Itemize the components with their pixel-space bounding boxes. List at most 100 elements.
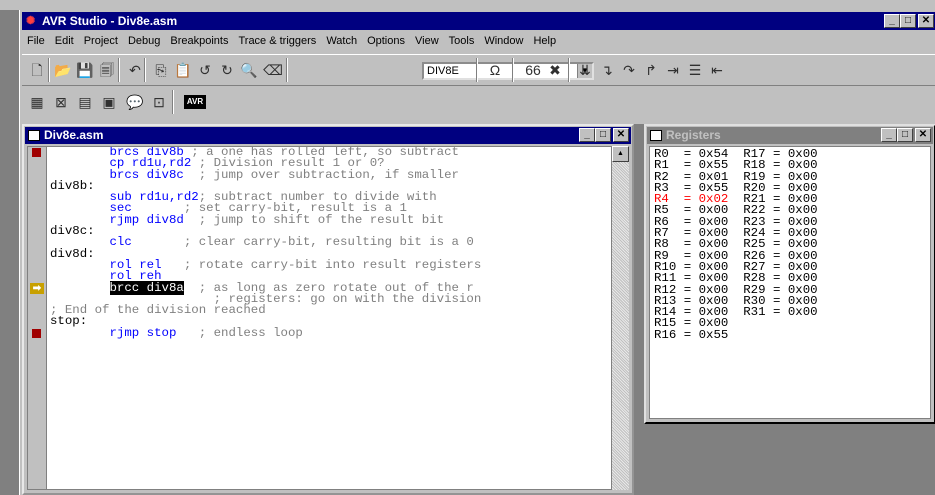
breakpoint-marker-icon[interactable]	[32, 148, 41, 157]
omega-icon[interactable]: Ω	[484, 59, 506, 81]
register-row[interactable]: R16 = 0x55	[654, 327, 818, 342]
paste-icon[interactable]: 📋	[172, 59, 194, 81]
step-out-icon[interactable]: ↱	[640, 59, 662, 81]
main-toolbar: DIV8E ▼ 🗋 📂 💾 🗐 ↶ ⎘ 📋 ↺ ↻ 🔍 ⌫ Ω 66 ✖ ⇊ ↴ ↷ ↱ ⇥ ☰ ⇤	[22, 54, 935, 86]
registers-window-icon	[650, 130, 662, 141]
toolbar-separator	[286, 58, 288, 82]
watch-icon[interactable]: 66	[522, 59, 544, 81]
register-value-left: R16 = 0x55	[654, 327, 729, 342]
code-line[interactable]: brcs div8c ; jump over subtraction, if s…	[50, 167, 611, 182]
editor-vertical-scrollbar[interactable]: ▲	[612, 146, 629, 490]
scroll-up-icon[interactable]: ▲	[612, 146, 629, 162]
toolbar-separator	[476, 58, 478, 82]
menu-breakpoints[interactable]: Breakpoints	[165, 35, 233, 47]
code-comment: ; jump to shift of the result bit	[183, 212, 445, 227]
menu-watch[interactable]: Watch	[321, 35, 362, 47]
maximize-button[interactable]: □	[900, 14, 916, 28]
find-icon[interactable]: 🔍	[238, 59, 260, 81]
memory-window-icon[interactable]: ▦	[26, 91, 48, 113]
menu-tools[interactable]: Tools	[444, 35, 480, 47]
breakpoint-gutter[interactable]: ➡	[28, 147, 47, 489]
code-line[interactable]: rjmp stop ; endless loop	[50, 325, 611, 340]
save-all-icon[interactable]: 🗐	[96, 59, 118, 81]
code-line[interactable]: rjmp div8d ; jump to shift of the result…	[50, 212, 611, 227]
toggle-breakpoint-icon[interactable]: ☰	[684, 59, 706, 81]
toolbar-separator	[118, 58, 120, 82]
code-editor[interactable]: ➡ brcs div8b ; a one has rolled left, so…	[27, 146, 612, 490]
registers-window-icon[interactable]: ▤	[74, 91, 96, 113]
code-line[interactable]: ; End of the division reached	[50, 304, 611, 316]
trace-icon[interactable]: ⇤	[706, 59, 728, 81]
clear-icon[interactable]: ⌫	[262, 59, 284, 81]
menu-view[interactable]: View	[410, 35, 444, 47]
registers-title: Registers	[666, 128, 721, 142]
target-combo-value: DIV8E	[427, 65, 459, 77]
registers-window: Registers _ □ ✕ R0 = 0x54 R17 = 0x00 R1 =…	[644, 124, 935, 424]
app-title: AVR Studio - Div8e.asm	[42, 14, 178, 28]
editor-close-button[interactable]: ✕	[613, 128, 629, 142]
minimize-button[interactable]: _	[884, 14, 900, 28]
undo-icon[interactable]: ↶	[124, 59, 146, 81]
redo-arrow-icon[interactable]: ↻	[216, 59, 238, 81]
avr-chip-icon[interactable]: AVR	[184, 95, 206, 109]
editor-maximize-button[interactable]: □	[595, 128, 611, 142]
code-instruction: brcs div8c	[109, 167, 184, 182]
processor-window-icon[interactable]: ▣	[98, 91, 120, 113]
app-titlebar[interactable]: ✺ AVR Studio - Div8e.asm _ □ ✕	[22, 12, 935, 30]
watch-window-icon[interactable]: ⊡	[148, 91, 170, 113]
code-comment: ; clear carry-bit, resulting bit is a 0	[131, 235, 474, 250]
code-comment: ; rotate carry-bit into result registers	[161, 257, 482, 272]
avr-studio-app-icon[interactable]: ✺	[26, 15, 38, 27]
menu-file[interactable]: File	[22, 35, 50, 47]
instruction-pointer-arrow-icon: ➡	[30, 282, 44, 294]
copy-icon[interactable]: ⎘	[150, 59, 172, 81]
registers-list[interactable]: R0 = 0x54 R17 = 0x00 R1 = 0x55 R18 = 0x00…	[649, 146, 931, 419]
register-spacer	[728, 305, 743, 319]
run-to-cursor-icon[interactable]: ⇥	[662, 59, 684, 81]
menu-bar: File Edit Project Debug Breakpoints Trace & t…	[22, 32, 935, 50]
menu-project[interactable]: Project	[79, 35, 123, 47]
registers-close-button[interactable]: ✕	[915, 128, 931, 142]
menu-trace-triggers[interactable]: Trace & triggers	[233, 35, 321, 47]
clear-watch-icon[interactable]: ✖	[544, 59, 566, 81]
io-window-icon[interactable]: ⊠	[50, 91, 72, 113]
toolbar-separator	[172, 90, 174, 114]
new-file-icon[interactable]: 🗋	[26, 59, 48, 81]
step-into-icon[interactable]: ↴	[596, 59, 618, 81]
menu-help[interactable]: Help	[528, 35, 561, 47]
menu-options[interactable]: Options	[362, 35, 410, 47]
view-toolbar: ▦ ⊠ ▤ ▣ 💬 ⊡ AVR	[22, 87, 252, 117]
mdi-client-area: Div8e.asm _ □ ✕ ➡ brcs div8b ; a one has…	[22, 124, 935, 495]
step-over-icon[interactable]: ↷	[618, 59, 640, 81]
code-instruction: rjmp stop	[109, 325, 177, 340]
registers-minimize-button[interactable]: _	[881, 128, 897, 142]
breakpoint-marker-icon[interactable]	[32, 328, 41, 338]
menu-debug[interactable]: Debug	[123, 35, 165, 47]
toolbar-separator	[568, 58, 570, 82]
registers-titlebar[interactable]: Registers _ □ ✕	[647, 127, 933, 144]
save-icon[interactable]: 💾	[74, 59, 96, 81]
editor-minimize-button[interactable]: _	[579, 128, 595, 142]
code-comment: ; jump over subtraction, if smaller	[183, 167, 459, 182]
register-values: R0 = 0x54 R17 = 0x00 R1 = 0x55 R18 = 0x00…	[654, 148, 818, 342]
registers-maximize-button[interactable]: □	[897, 128, 913, 142]
editor-window: Div8e.asm _ □ ✕ ➡ brcs div8b ; a one has…	[22, 124, 634, 495]
toolbar-separator	[512, 58, 514, 82]
message-icon[interactable]: 💬	[124, 91, 146, 113]
register-value-right: R31 = 0x00	[743, 305, 818, 320]
run-icon[interactable]: ⇊	[574, 59, 596, 81]
code-instruction: rjmp div8d	[109, 212, 184, 227]
toolbar-separator	[144, 58, 146, 82]
close-button[interactable]: ✕	[918, 14, 934, 28]
toolbar-separator	[48, 58, 50, 82]
editor-titlebar[interactable]: Div8e.asm _ □ ✕	[25, 127, 631, 144]
menu-edit[interactable]: Edit	[50, 35, 79, 47]
menu-window[interactable]: Window	[479, 35, 528, 47]
open-folder-icon[interactable]: 📂	[52, 59, 74, 81]
editor-title: Div8e.asm	[44, 128, 104, 142]
code-text: brcs div8b ; a one has rolled left, so s…	[50, 147, 611, 339]
undo-arrow-icon[interactable]: ↺	[194, 59, 216, 81]
app-window: ✺ AVR Studio - Div8e.asm _ □ ✕ File Edit P…	[19, 10, 935, 495]
code-line[interactable]: clc ; clear carry-bit, resulting bit is …	[50, 235, 611, 250]
